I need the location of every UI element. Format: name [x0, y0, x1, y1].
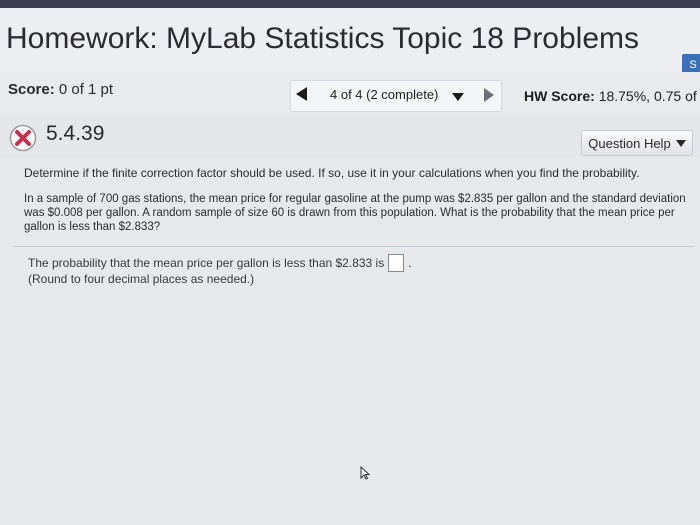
answer-row: The probability that the mean price per …: [28, 254, 412, 272]
page-header: Homework: MyLab Statistics Topic 18 Prob…: [0, 8, 700, 76]
previous-question-icon[interactable]: [296, 87, 307, 101]
next-question-icon[interactable]: [484, 88, 494, 102]
hw-score-value: 18.75%, 0.75 of 4: [598, 88, 700, 104]
question-header: 5.4.39 Question Help: [0, 114, 700, 158]
mouse-cursor-icon: [360, 466, 370, 480]
score-value: 0 of 1 pt: [58, 81, 114, 98]
caret-down-icon: [675, 139, 686, 147]
question-number: 5.4.39: [46, 122, 105, 145]
answer-suffix: .: [408, 256, 412, 270]
question-help-button[interactable]: Question Help: [581, 130, 693, 156]
problem-text: In a sample of 700 gas stations, the mea…: [24, 193, 686, 233]
score-display: Score: 0 of 1 pt: [8, 81, 113, 98]
score-bar: Score: 0 of 1 pt 4 of 4 (2 complete) HW …: [0, 72, 700, 115]
answer-prompt: The probability that the mean price per …: [28, 256, 385, 270]
page-title: Homework: MyLab Statistics Topic 18 Prob…: [6, 22, 640, 55]
question-content: Determine if the finite correction facto…: [0, 158, 700, 525]
instructions-text: Determine if the finite correction facto…: [24, 166, 640, 180]
hw-score-label: HW Score:: [524, 88, 595, 104]
top-strip: [0, 0, 700, 8]
score-label: Score:: [8, 81, 55, 98]
question-status-dropdown[interactable]: 4 of 4 (2 complete): [330, 87, 438, 102]
question-help-label: Question Help: [588, 135, 671, 151]
answer-input[interactable]: [388, 254, 405, 272]
caret-down-icon[interactable]: [452, 93, 464, 101]
rounding-hint: (Round to four decimal places as needed.…: [28, 272, 255, 286]
hw-score-display: HW Score: 18.75%, 0.75 of 4: [524, 88, 700, 104]
incorrect-x-icon: [9, 124, 37, 152]
divider: [14, 246, 694, 247]
